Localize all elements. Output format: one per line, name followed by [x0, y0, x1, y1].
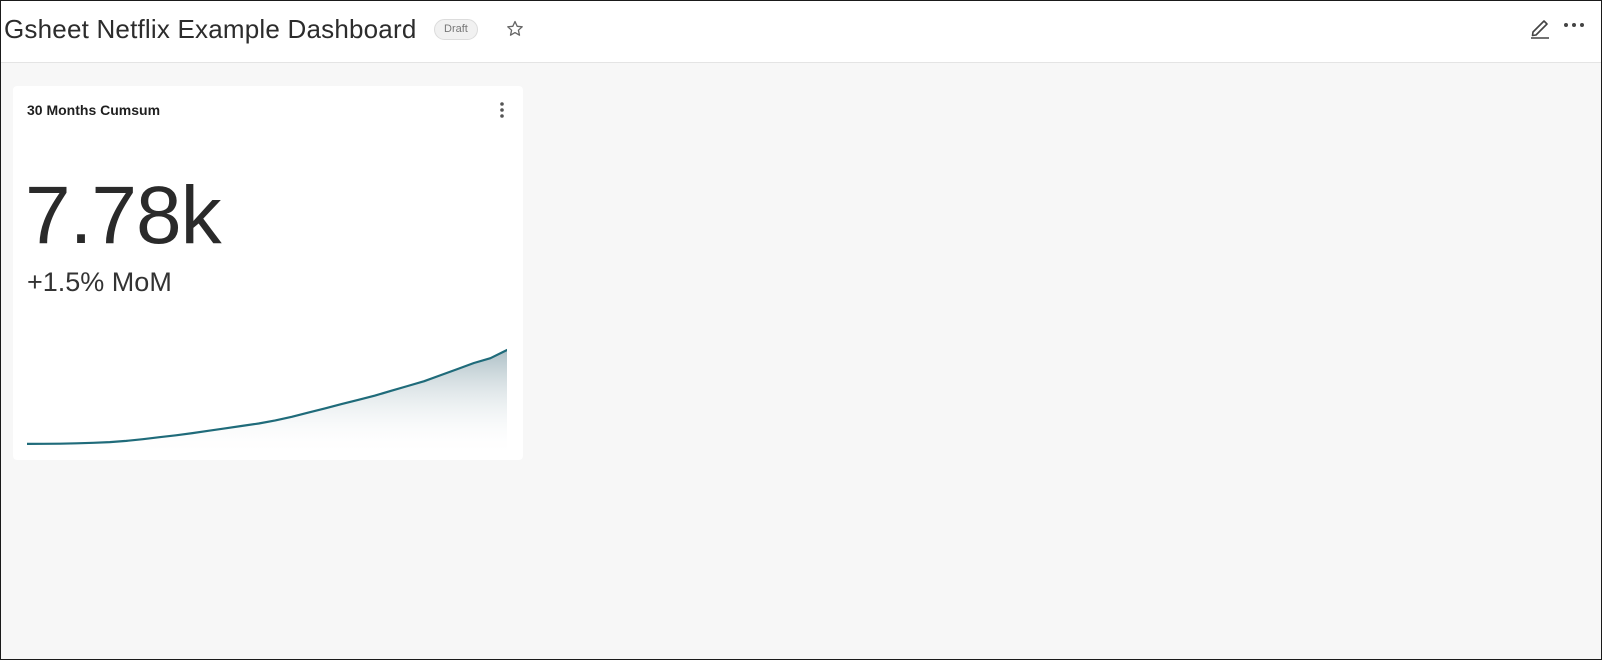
pencil-icon[interactable]	[1529, 16, 1551, 40]
more-horizontal-icon[interactable]	[1562, 18, 1586, 32]
dashboard-title: Gsheet Netflix Example Dashboard	[4, 14, 417, 44]
card-title: 30 Months Cumsum	[27, 102, 161, 118]
sparkline-area	[27, 350, 507, 456]
star-icon[interactable]	[505, 19, 525, 39]
dashboard-header: Gsheet Netflix Example Dashboard Draft	[0, 0, 1602, 63]
trendline-sparkline	[27, 348, 507, 456]
status-badge: Draft	[434, 19, 478, 40]
trend-subheader: +1.5% MoM	[27, 267, 172, 297]
big-number-value: 7.78k	[25, 170, 222, 261]
more-vertical-icon[interactable]	[496, 100, 508, 120]
big-number-card: 30 Months Cumsum 7.78k +1.5% MoM	[13, 86, 523, 460]
